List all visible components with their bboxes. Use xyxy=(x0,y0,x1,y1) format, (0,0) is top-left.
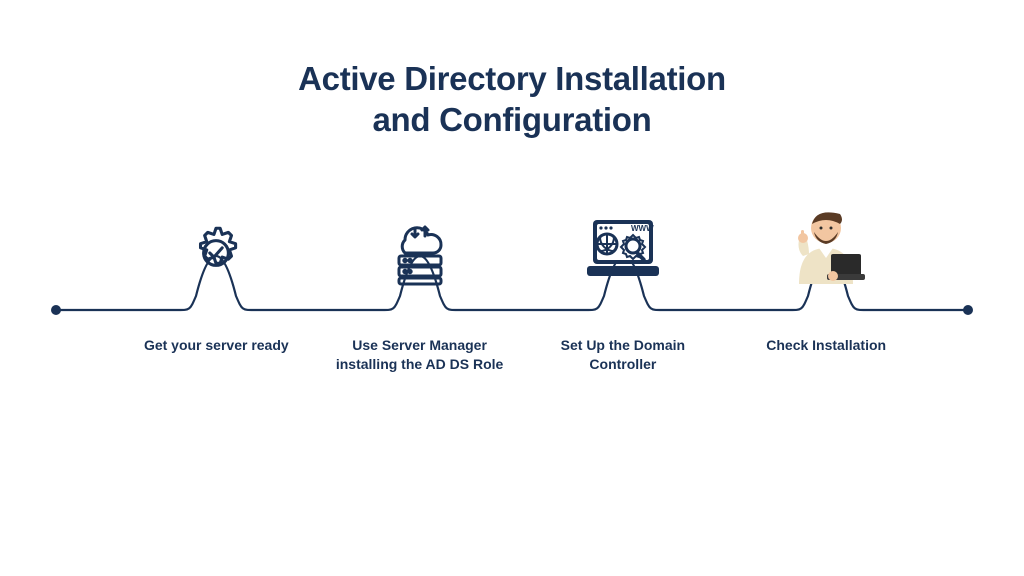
title-line-1: Active Directory Installation xyxy=(298,60,726,97)
cloud-server-icon xyxy=(385,214,455,286)
person-laptop-icon xyxy=(781,198,871,286)
gear-check-icon xyxy=(183,220,249,286)
step-2-label: Use Server Manager installing the AD DS … xyxy=(335,336,505,374)
step-icons: WWW xyxy=(50,208,974,288)
svg-text:WWW: WWW xyxy=(631,224,654,233)
step-4-label: Check Installation xyxy=(741,336,911,355)
step-2-icon-wrap xyxy=(375,208,465,286)
title-line-2: and Configuration xyxy=(372,101,651,138)
laptop-www-icon: WWW xyxy=(583,214,663,286)
step-1-icon-wrap xyxy=(171,208,261,286)
step-3-icon-wrap: WWW xyxy=(578,208,668,286)
page-title: Active Directory Installation and Config… xyxy=(0,0,1024,141)
step-1-label: Get your server ready xyxy=(131,336,301,355)
step-4-icon-wrap xyxy=(781,208,871,286)
step-3-label: Set Up the Domain Controller xyxy=(538,336,708,374)
